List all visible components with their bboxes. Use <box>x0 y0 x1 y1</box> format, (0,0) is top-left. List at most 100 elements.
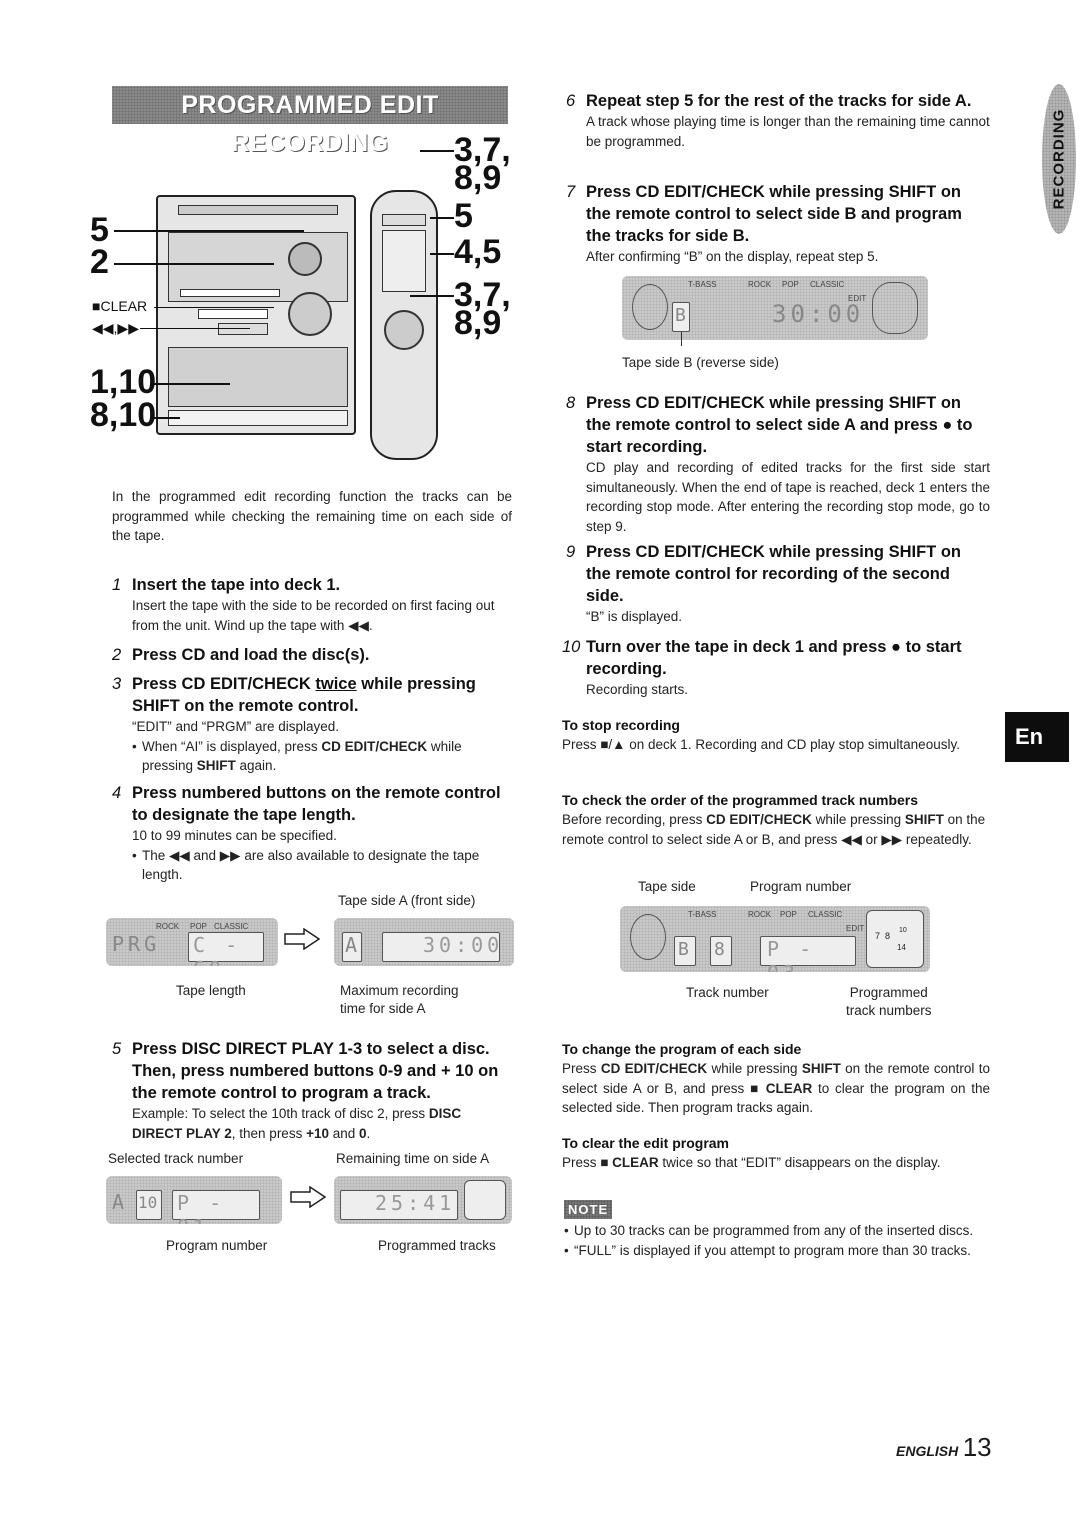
lcd-side-value: A <box>112 1190 129 1214</box>
lcd-tape-length-value: C - 60 <box>193 933 242 966</box>
indicator-edit: EDIT <box>846 924 865 933</box>
leader-line <box>410 295 454 297</box>
step-bullets: The ◀◀ and ▶▶ are also available to desi… <box>112 846 512 885</box>
language-tab: En <box>1005 712 1069 762</box>
step-7: 7 Press CD EDIT/CHECK while pressing SHIF… <box>566 181 990 267</box>
step-number: 1 <box>112 576 122 594</box>
display-label-program-number: Program number <box>750 879 852 894</box>
lcd-program-number-value: P - 01 <box>177 1191 226 1224</box>
device-illustration: 5 2 ■CLEAR ◀◀,▶▶ 1,10 8,10 3,7, 8,9 5 4,… <box>90 133 520 465</box>
lcd-track-value: 10 <box>138 1193 158 1212</box>
step-5: 5 Press DISC DIRECT PLAY 1-3 to select a … <box>112 1038 512 1143</box>
lcd-programmed-tracks-box: 7 8 10 14 <box>866 910 924 968</box>
tip-body: Before recording, press CD EDIT/CHECK wh… <box>562 812 986 847</box>
display-caption-programmed-tracks: Programmed tracks <box>378 1238 496 1253</box>
step-title: Repeat step 5 for the rest of the tracks… <box>586 92 972 110</box>
bullet-item: When “AI” is displayed, press CD EDIT/CH… <box>132 737 512 776</box>
lcd-side-box: B <box>674 936 696 966</box>
callout-step-4-5: 4,5 <box>454 233 502 271</box>
note-item: “FULL” is displayed if you attempt to pr… <box>564 1241 990 1261</box>
lcd-value-box: P - 03 <box>760 936 856 972</box>
step-number: 3 <box>112 675 122 693</box>
footer-language: ENGLISH <box>896 1443 959 1459</box>
lcd-display-side-b: T-BASS ROCK POP CLASSIC EDIT B 30:00 <box>622 276 928 340</box>
callout-step-2: 2 <box>90 243 109 281</box>
tip-body: Press ■/▲ on deck 1. Recording and CD pl… <box>562 737 960 752</box>
leader-line <box>114 230 304 232</box>
leader-line <box>150 417 180 419</box>
display-label-selected-track: Selected track number <box>108 1151 244 1166</box>
lcd-remaining-time-value: 25:41 <box>375 1191 456 1215</box>
page-footer: ENGLISH 13 <box>896 1432 992 1463</box>
step-3: 3 Press CD EDIT/CHECK twice while pressin… <box>112 673 512 776</box>
tip-title: To change the program of each side <box>562 1041 802 1057</box>
lcd-value-box: C - 60 <box>188 932 264 966</box>
step-10: 10 Turn over the tape in deck 1 and press… <box>562 636 990 700</box>
lcd-max-time-value: 30:00 <box>423 933 504 957</box>
leader-line <box>150 383 230 385</box>
callout-clear: ■CLEAR <box>92 298 148 314</box>
step-number: 6 <box>566 92 576 110</box>
step-8: 8 Press CD EDIT/CHECK while pressing SHIF… <box>566 392 990 536</box>
display-caption-tape-side-b: Tape side B (reverse side) <box>622 355 779 370</box>
tape-reel-icon <box>630 914 666 960</box>
tip-check-order: To check the order of the programmed tra… <box>562 791 990 849</box>
display-label-tape-side-a: Tape side A (front side) <box>338 893 476 908</box>
step-number: 8 <box>566 394 576 412</box>
step-title: Press CD EDIT/CHECK <box>132 675 316 693</box>
bullet-item: The ◀◀ and ▶▶ are also available to desi… <box>132 846 512 885</box>
step-number: 9 <box>566 543 576 561</box>
step-title: Press numbered buttons on the remote con… <box>132 784 501 824</box>
tip-title: To stop recording <box>562 717 680 733</box>
step-title: Press CD EDIT/CHECK while pressing SHIFT… <box>586 394 973 456</box>
step-1: 1 Insert the tape into deck 1. Insert the… <box>112 574 512 635</box>
lcd-side-box: B <box>672 302 690 332</box>
step-title: Turn over the tape in deck 1 and press ●… <box>586 638 962 678</box>
leader-line <box>140 328 250 329</box>
step-number: 10 <box>562 638 581 656</box>
step-title: Press CD and load the disc(s). <box>132 646 370 664</box>
callout-rewind-ff: ◀◀,▶▶ <box>92 320 139 336</box>
leader-line <box>114 263 274 265</box>
step-body: A track whose playing time is longer tha… <box>586 114 990 149</box>
step-9: 9 Press CD EDIT/CHECK while pressing SHIF… <box>566 541 990 627</box>
callout-step-8-9-b: 8,9 <box>454 304 502 342</box>
remote-control-drawing <box>370 190 438 460</box>
callout-step-1-10: 1,10 <box>90 363 157 401</box>
programmed-track: 7 <box>875 931 881 941</box>
step-body: “B” is displayed. <box>586 609 683 624</box>
lcd-track-box: 10 <box>136 1190 162 1220</box>
lcd-display-remaining-time: 25:41 <box>334 1176 512 1224</box>
page-number: 13 <box>962 1432 992 1462</box>
note-item: Up to 30 tracks can be programmed from a… <box>564 1221 990 1241</box>
display-caption-tape-length: Tape length <box>176 983 246 998</box>
indicator-pop: POP <box>190 922 207 931</box>
tip-title: To check the order of the programmed tra… <box>562 792 919 808</box>
callout-step-8-10: 8,10 <box>90 396 157 434</box>
display-label-tape-side: Tape side <box>638 879 696 894</box>
leader-line <box>154 307 274 308</box>
indicator-rock: ROCK <box>156 922 180 931</box>
note-list: Up to 30 tracks can be programmed from a… <box>564 1221 990 1260</box>
page-title: PROGRAMMED EDIT RECORDING <box>112 86 508 157</box>
lcd-prg-text: PRG <box>112 932 161 956</box>
lcd-display-tape-length: ROCK POP CLASSIC PRG C - 60 <box>106 918 278 966</box>
leader-line <box>430 253 454 255</box>
display-label-track-number: Track number <box>686 985 769 1000</box>
indicator-t-bass: T-BASS <box>688 280 717 289</box>
programmed-track: 14 <box>897 943 906 952</box>
disc-tray-icon <box>872 282 918 334</box>
indicator-pop: POP <box>782 280 799 289</box>
step-title-emphasis: twice <box>315 675 357 693</box>
display-caption-program-number: Program number <box>166 1238 268 1253</box>
tip-change-program: To change the program of each side Press… <box>562 1040 990 1118</box>
step-title: Press CD EDIT/CHECK while pressing SHIFT… <box>586 543 961 605</box>
lcd-display-program-number: A 10 P - 01 <box>106 1176 282 1224</box>
step-number: 2 <box>112 646 122 664</box>
step-title: Press DISC DIRECT PLAY 1-3 to select a d… <box>132 1040 499 1102</box>
step-body: “EDIT” and “PRGM” are displayed. <box>132 719 340 734</box>
step-body: Recording starts. <box>586 682 689 697</box>
step-body: After confirming “B” on the display, rep… <box>586 249 879 264</box>
indicator-t-bass: T-BASS <box>688 910 717 919</box>
lcd-side-value: A <box>345 933 358 957</box>
